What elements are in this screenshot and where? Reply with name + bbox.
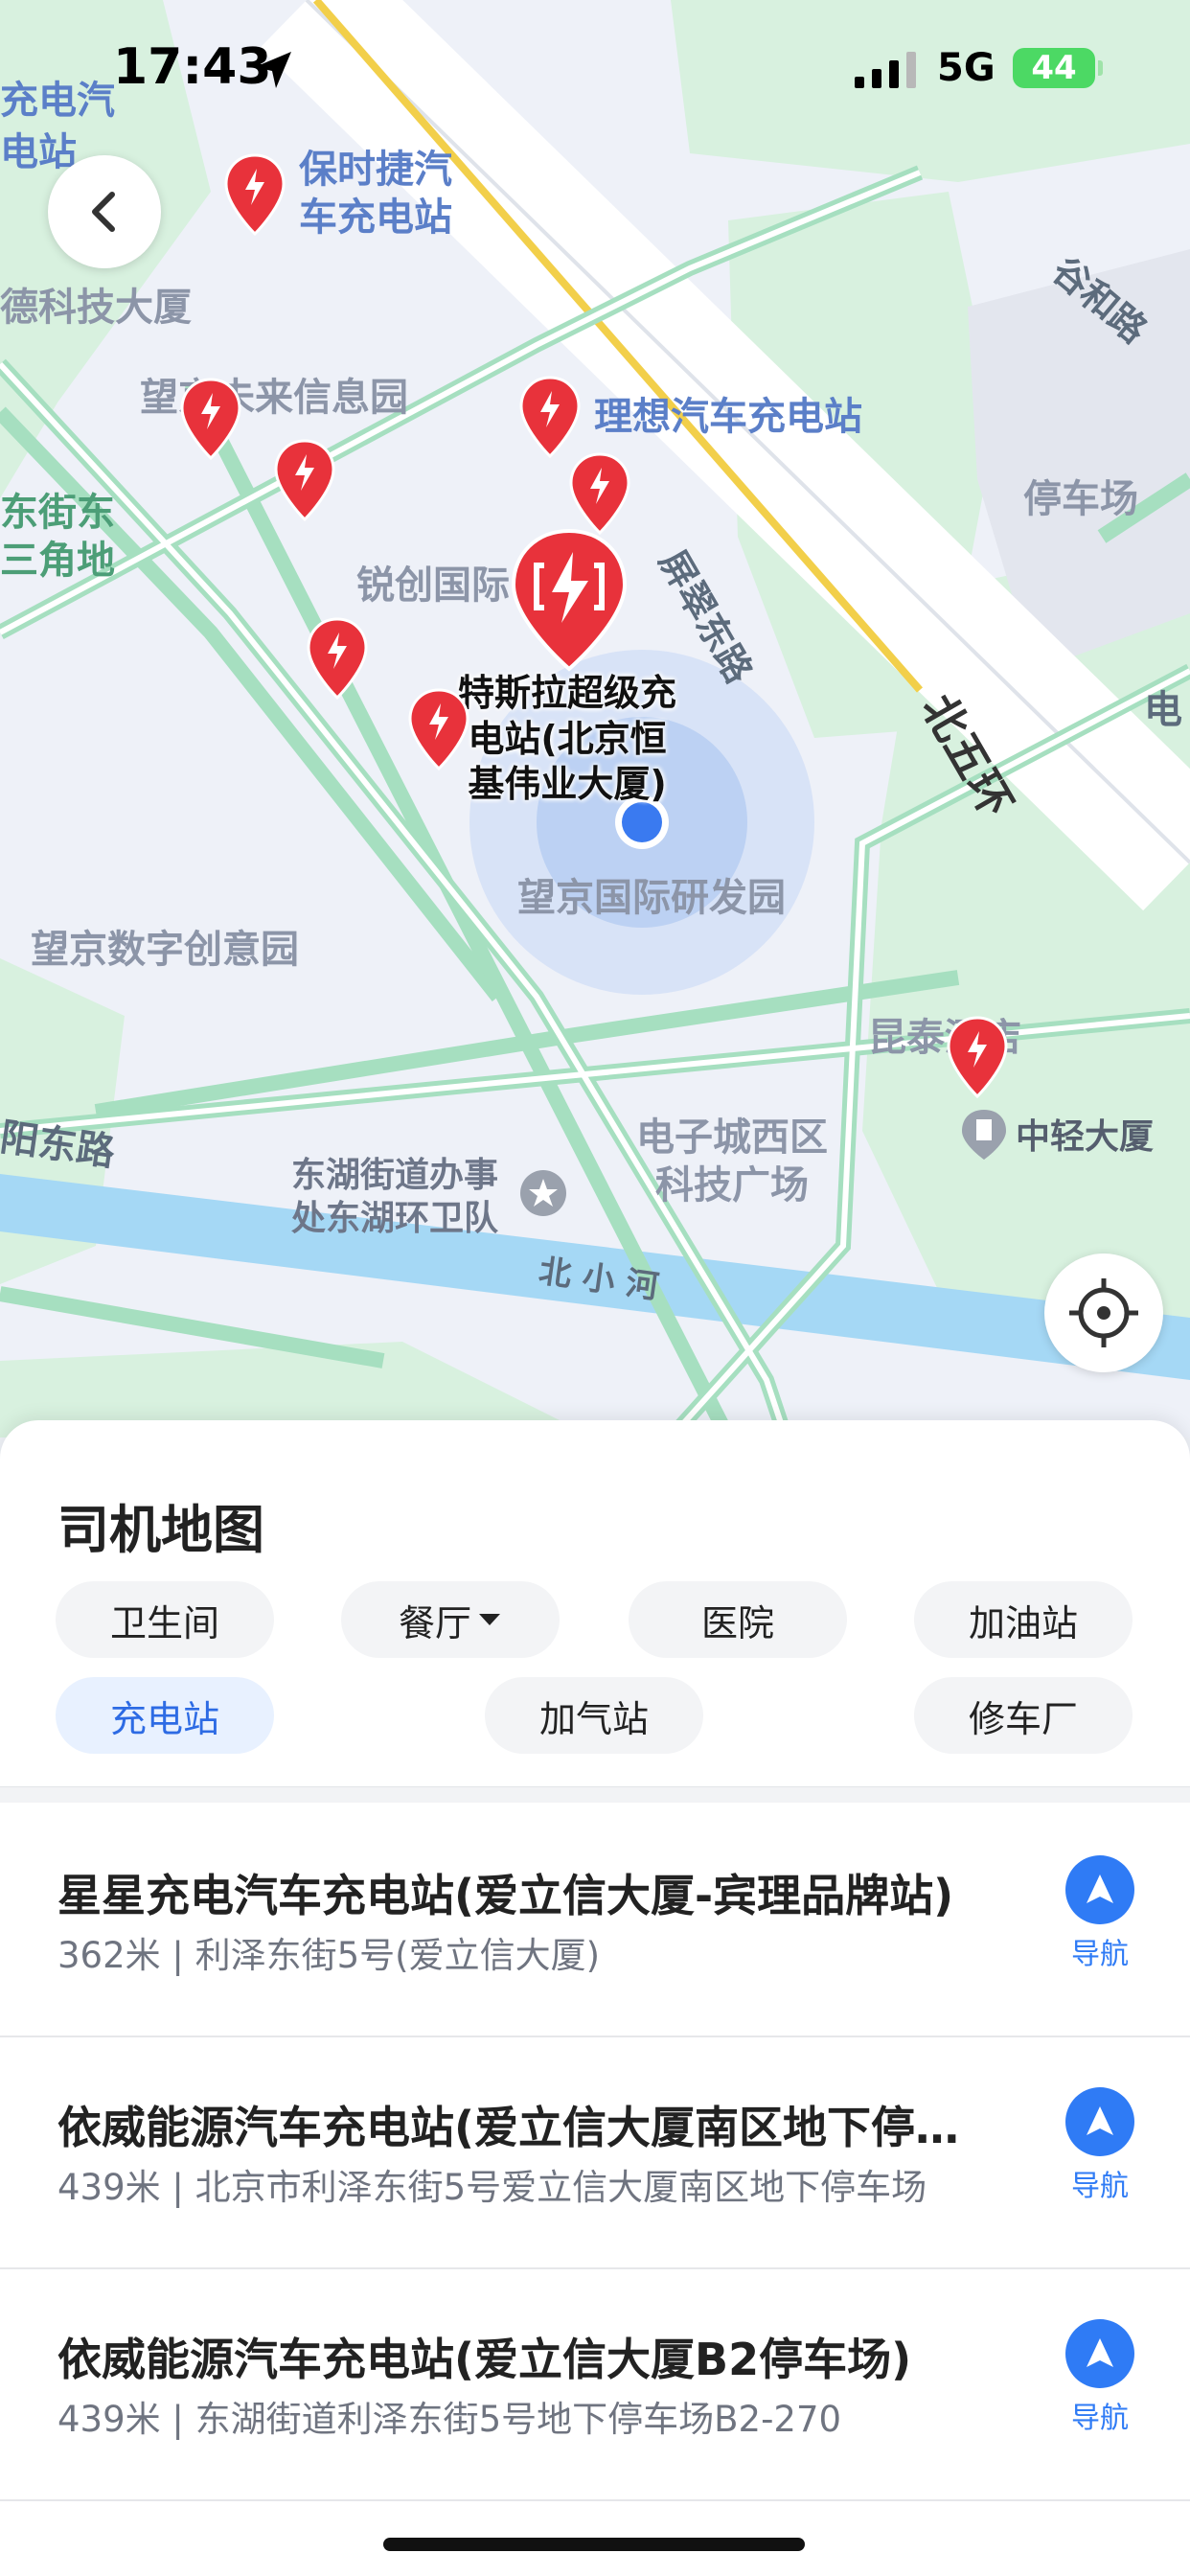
locate-me-button[interactable]: [1044, 1254, 1163, 1372]
map-label-rd-park: 望京国际研发园: [517, 876, 786, 920]
charging-pin-icon[interactable]: [943, 1014, 1012, 1102]
filter-chip-hospital[interactable]: 医院: [629, 1581, 847, 1658]
map-label-electronic-city: 电子城西区 科技广场: [636, 1116, 828, 1208]
location-arrow-icon: [255, 52, 291, 88]
navigate-button[interactable]: 导航: [1062, 2087, 1138, 2204]
charging-pin-icon[interactable]: [220, 151, 289, 240]
navigate-button[interactable]: 导航: [1062, 2319, 1138, 2436]
filter-chip-restroom[interactable]: 卫生间: [56, 1581, 274, 1658]
caret-down-icon: [479, 1614, 500, 1625]
status-time: 17:43: [113, 38, 272, 96]
navigate-label: 导航: [1071, 2170, 1129, 2203]
map-label-east-street: 东街东 三角地: [0, 491, 115, 583]
navigate-button[interactable]: 导航: [1062, 1855, 1138, 1972]
navigate-label: 导航: [1071, 2402, 1129, 2435]
section-divider: [0, 1786, 1190, 1803]
map-label-ruichuang: 锐创国际: [356, 564, 510, 608]
result-meta: 439米 | 东湖街道利泽东街5号地下停车场B2-270: [57, 2399, 842, 2440]
crosshair-icon: [1069, 1278, 1138, 1347]
charging-pin-icon[interactable]: [404, 686, 473, 774]
map-label-zhongqing: 中轻大厦: [1016, 1117, 1155, 1157]
charging-pin-icon[interactable]: [303, 615, 372, 703]
government-poi-icon: [520, 1170, 566, 1216]
filter-chip-cng-station[interactable]: 加气站: [485, 1677, 703, 1754]
filter-chip-charging-station[interactable]: 充电站: [56, 1677, 274, 1754]
status-bar: 17:43 5G 44: [0, 0, 1190, 134]
charging-pin-icon[interactable]: [515, 374, 584, 462]
filter-chip-label: 修车厂: [968, 1697, 1078, 1740]
result-list-item[interactable]: 依威能源汽车充电站(爱立信大厦南区地下停… 439米 | 北京市利泽东街5号爱立…: [0, 2036, 1190, 2269]
filter-chip-label: 餐厅: [398, 1601, 471, 1644]
network-type: 5G: [937, 46, 995, 90]
filter-chip-repair-shop[interactable]: 修车厂: [914, 1677, 1133, 1754]
result-list-item[interactable]: 星星充电汽车充电站(爱立信大厦-宾理品牌站) 362米 | 利泽东街5号(爱立信…: [0, 1804, 1190, 2037]
battery-icon: 44: [1013, 48, 1103, 88]
map-label-digital-park: 望京数字创意园: [31, 928, 299, 972]
filter-chip-label: 充电站: [109, 1697, 219, 1740]
cellular-signal-icon: [855, 52, 916, 88]
filter-chip-label: 加油站: [968, 1601, 1078, 1644]
building-poi-icon: [962, 1110, 1006, 1160]
map-label-porsche[interactable]: 保时捷汽 车充电站: [299, 146, 452, 242]
map-view[interactable]: 充电汽 电站 保时捷汽 车充电站 德科技大厦 望京未来信息园 理想汽车充电站 谷…: [0, 0, 1190, 1438]
map-label-right-edge: 电: [1144, 688, 1182, 732]
map-label-donghu: 东湖街道办事 处东湖环卫队: [291, 1156, 499, 1238]
map-label-tesla[interactable]: 特斯拉超级充 电站(北京恒 基伟业大厦): [443, 671, 692, 808]
result-meta: 362米 | 利泽东街5号(爱立信大厦): [57, 1935, 601, 1976]
result-name: 星星充电汽车充电站(爱立信大厦-宾理品牌站): [57, 1870, 954, 1921]
navigation-arrow-icon: [1087, 1874, 1113, 1903]
result-name: 依威能源汽车充电站(爱立信大厦B2停车场): [57, 2334, 912, 2385]
map-label-parking: 停车场: [1023, 477, 1138, 521]
selected-charging-pin-icon[interactable]: [506, 525, 632, 677]
home-indicator[interactable]: [383, 2538, 805, 2551]
chevron-left-icon: [92, 192, 115, 232]
result-meta: 439米 | 北京市利泽东街5号爱立信大厦南区地下停车场: [57, 2167, 927, 2208]
navigation-arrow-icon: [1087, 2338, 1113, 2367]
navigate-label: 导航: [1071, 1938, 1129, 1971]
result-list-item[interactable]: 依威能源汽车充电站(爱立信大厦B2停车场) 439米 | 东湖街道利泽东街5号地…: [0, 2267, 1190, 2501]
filter-chip-gas-station[interactable]: 加油站: [914, 1581, 1133, 1658]
filter-chip-label: 医院: [700, 1601, 774, 1644]
back-button[interactable]: [48, 155, 161, 268]
filter-chip-restaurant[interactable]: 餐厅: [341, 1581, 560, 1658]
map-label-top-left-b: 电站: [0, 130, 77, 174]
sheet-title: 司机地图: [57, 1500, 264, 1560]
bottom-sheet[interactable]: 司机地图 卫生间 餐厅 医院 加油站 充电站 加气站 修车厂 星星充电汽车充电站…: [0, 1420, 1190, 2576]
filter-chip-label: 卫生间: [109, 1601, 219, 1644]
map-label-lixiang[interactable]: 理想汽车充电站: [594, 393, 862, 441]
filter-chip-label: 加气站: [538, 1697, 649, 1740]
navigation-arrow-icon: [1087, 2106, 1113, 2135]
result-name: 依威能源汽车充电站(爱立信大厦南区地下停…: [57, 2102, 960, 2153]
charging-pin-icon[interactable]: [176, 376, 245, 464]
charging-pin-icon[interactable]: [270, 437, 339, 525]
map-label-tech-building: 德科技大厦: [0, 286, 192, 330]
